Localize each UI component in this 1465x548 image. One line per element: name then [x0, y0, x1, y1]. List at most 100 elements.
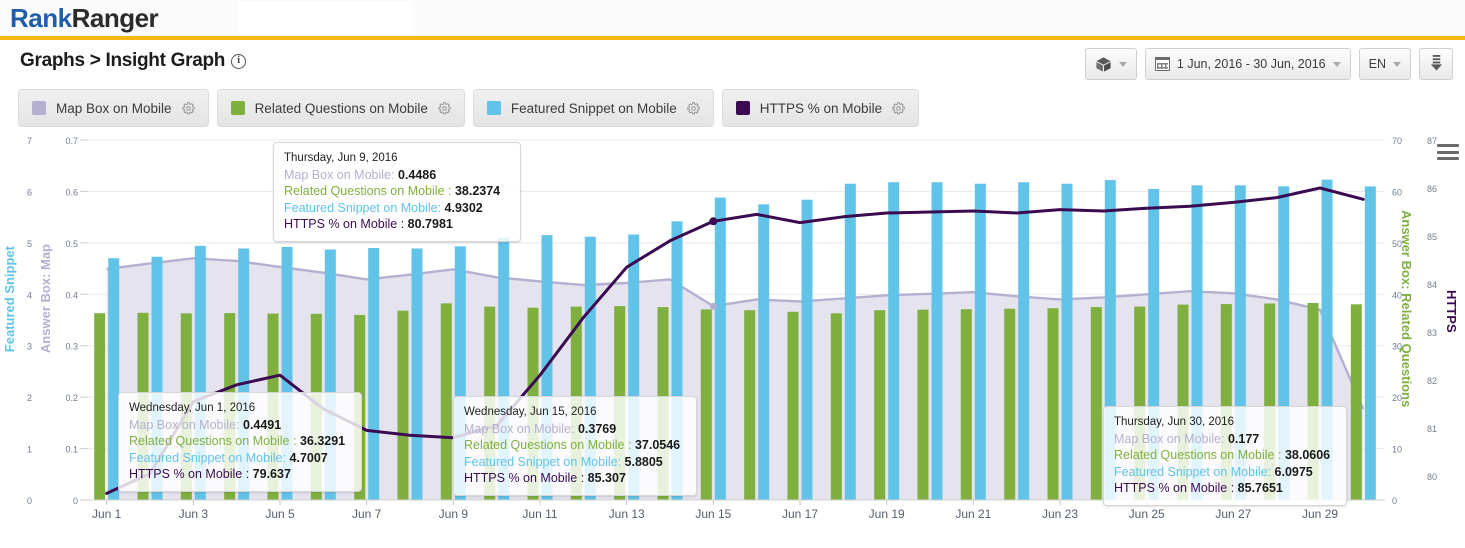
legend-item-map-box[interactable]: Map Box on Mobile — [18, 89, 209, 127]
svg-text:60: 60 — [1392, 187, 1402, 197]
tooltip-map-label: Map Box on Mobile: — [1114, 432, 1224, 446]
legend-label-https: HTTPS % on Mobile — [760, 101, 882, 116]
legend-swatch-related-questions — [231, 101, 245, 115]
legend-item-featured-snippet[interactable]: Featured Snippet on Mobile — [473, 89, 714, 127]
tooltip-date: Thursday, Jun 30, 2016 — [1114, 414, 1336, 431]
svg-text:Jun 11: Jun 11 — [522, 507, 557, 520]
language-selector[interactable]: EN — [1359, 48, 1411, 80]
gear-icon[interactable] — [438, 102, 451, 115]
svg-text:0: 0 — [73, 496, 78, 506]
tooltip-fs-value: 6.0975 — [1275, 465, 1313, 479]
tooltip-fs-label: Featured Snippet on Mobile: — [129, 451, 286, 465]
svg-text:2: 2 — [27, 393, 32, 403]
insight-graph[interactable]: 0123456700.10.20.30.40.50.60.70102030405… — [0, 130, 1465, 520]
svg-text:7: 7 — [27, 136, 32, 146]
logo-ranger-text: Ranger — [72, 3, 159, 33]
tooltip-fs-label: Featured Snippet on Mobile: — [284, 201, 441, 215]
tooltip-https-value: 80.7981 — [408, 217, 453, 231]
svg-text:0.5: 0.5 — [65, 239, 78, 249]
axis-title-https: HTTPS — [1444, 290, 1459, 333]
tooltip-jun30: Thursday, Jun 30, 2016 Map Box on Mobile… — [1103, 406, 1347, 506]
svg-text:Jun 5: Jun 5 — [265, 507, 295, 520]
tooltip-rel-label: Related Questions on Mobile : — [284, 184, 451, 198]
svg-text:87: 87 — [1427, 136, 1437, 146]
tooltip-map-value: 0.4491 — [243, 418, 281, 432]
toolbar: 1 Jun, 2016 - 30 Jun, 2016 EN — [1085, 48, 1453, 80]
tooltip-rel-label: Related Questions on Mobile : — [1114, 448, 1281, 462]
legend-item-https[interactable]: HTTPS % on Mobile — [722, 89, 919, 127]
tooltip-rel-value: 36.3291 — [300, 434, 345, 448]
gear-icon[interactable] — [182, 102, 195, 115]
svg-text:0.1: 0.1 — [65, 445, 78, 455]
tooltip-rel-value: 37.0546 — [635, 438, 680, 452]
svg-text:10: 10 — [1392, 445, 1402, 455]
tooltip-https-label: HTTPS % on Mobile : — [1114, 481, 1234, 495]
svg-text:70: 70 — [1392, 136, 1402, 146]
chevron-down-icon — [1333, 62, 1341, 67]
cube-icon — [1095, 56, 1112, 73]
svg-text:0.3: 0.3 — [65, 342, 78, 352]
gear-icon[interactable] — [687, 102, 700, 115]
svg-text:4: 4 — [27, 290, 32, 300]
svg-text:0.6: 0.6 — [65, 187, 78, 197]
tooltip-https-label: HTTPS % on Mobile : — [284, 217, 404, 231]
tooltip-date: Wednesday, Jun 1, 2016 — [129, 400, 351, 417]
svg-text:81: 81 — [1427, 424, 1437, 434]
tooltip-https-label: HTTPS % on Mobile : — [464, 471, 584, 485]
legend-swatch-https — [736, 101, 750, 115]
tooltip-https-value: 79.637 — [253, 467, 291, 481]
tooltip-jun9: Thursday, Jun 9, 2016 Map Box on Mobile:… — [273, 142, 521, 242]
tooltip-rel-label: Related Questions on Mobile : — [464, 438, 631, 452]
svg-text:3: 3 — [27, 342, 32, 352]
header-blank-panel — [238, 2, 412, 34]
tooltip-jun1: Wednesday, Jun 1, 2016 Map Box on Mobile… — [118, 392, 362, 492]
chart-menu-icon[interactable] — [1437, 144, 1459, 164]
svg-text:0: 0 — [1392, 496, 1397, 506]
tooltip-fs-value: 4.9302 — [445, 201, 483, 215]
tooltip-rel-value: 38.2374 — [455, 184, 500, 198]
info-icon[interactable]: i — [231, 54, 246, 69]
tooltip-map-value: 0.177 — [1228, 432, 1259, 446]
date-range-picker[interactable]: 1 Jun, 2016 - 30 Jun, 2016 — [1145, 48, 1351, 80]
axis-title-featured-snippet: Featured Snippet — [2, 246, 17, 352]
tooltip-map-value: 0.4486 — [398, 168, 436, 182]
project-selector-button[interactable] — [1085, 48, 1137, 80]
svg-text:83: 83 — [1427, 328, 1437, 338]
tooltip-fs-label: Featured Snippet on Mobile: — [1114, 465, 1271, 479]
svg-text:0.2: 0.2 — [65, 393, 78, 403]
svg-text:Jun 21: Jun 21 — [955, 507, 991, 520]
svg-text:80: 80 — [1427, 472, 1437, 482]
svg-text:0.7: 0.7 — [65, 136, 78, 146]
calendar-icon — [1155, 57, 1170, 71]
tooltip-map-label: Map Box on Mobile: — [464, 422, 574, 436]
tooltip-map-label: Map Box on Mobile: — [284, 168, 394, 182]
svg-text:Jun 29: Jun 29 — [1302, 507, 1338, 520]
svg-text:0.4: 0.4 — [65, 290, 78, 300]
logo-rank-text: Rank — [10, 3, 72, 33]
svg-text:1: 1 — [27, 445, 32, 455]
legend-label-related-questions: Related Questions on Mobile — [255, 101, 428, 116]
tooltip-https-value: 85.307 — [588, 471, 626, 485]
svg-text:82: 82 — [1427, 376, 1437, 386]
svg-text:Jun 15: Jun 15 — [695, 507, 731, 520]
svg-text:85: 85 — [1427, 232, 1437, 242]
tooltip-rel-label: Related Questions on Mobile : — [129, 434, 296, 448]
tooltip-fs-value: 4.7007 — [290, 451, 328, 465]
download-button[interactable] — [1419, 48, 1453, 80]
svg-text:Jun 3: Jun 3 — [179, 507, 209, 520]
page-title: Graphs > Insight Graph — [20, 50, 225, 72]
brand-bar: RankRanger — [0, 0, 1465, 40]
gear-icon[interactable] — [892, 102, 905, 115]
rankranger-logo[interactable]: RankRanger — [10, 3, 158, 34]
download-icon — [1429, 54, 1444, 74]
svg-text:Jun 7: Jun 7 — [352, 507, 382, 520]
tooltip-https-value: 85.7651 — [1238, 481, 1283, 495]
legend-label-map-box: Map Box on Mobile — [56, 101, 172, 116]
legend-item-related-questions[interactable]: Related Questions on Mobile — [217, 89, 465, 127]
svg-text:Jun 9: Jun 9 — [439, 507, 469, 520]
tooltip-fs-label: Featured Snippet on Mobile: — [464, 455, 621, 469]
svg-text:0: 0 — [27, 496, 32, 506]
svg-text:Jun 13: Jun 13 — [609, 507, 645, 520]
language-label: EN — [1369, 57, 1386, 71]
tooltip-fs-value: 5.8805 — [625, 455, 663, 469]
